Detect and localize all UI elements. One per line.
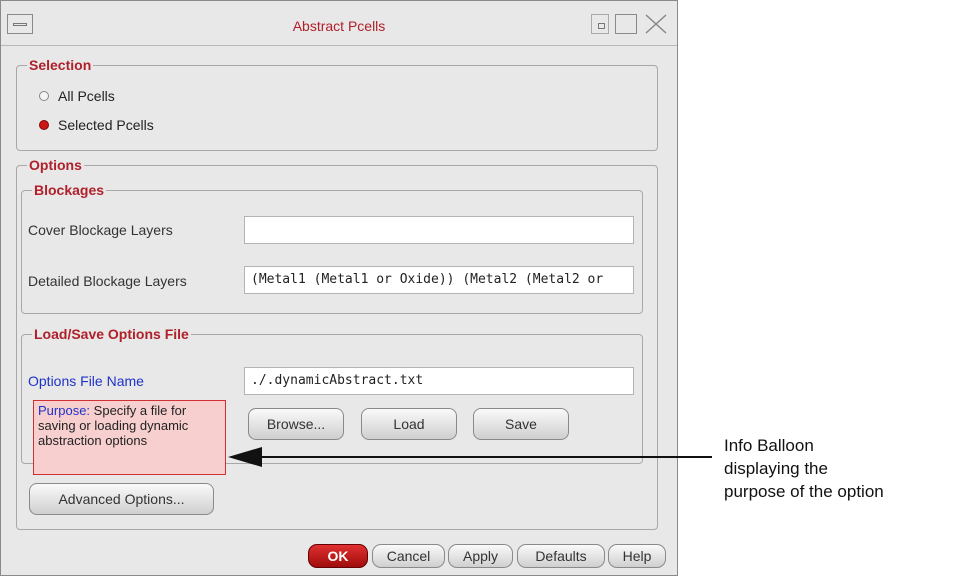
callout-text: Info Balloon displaying the purpose of t… [724,436,884,501]
arrow-head-icon [228,447,262,467]
